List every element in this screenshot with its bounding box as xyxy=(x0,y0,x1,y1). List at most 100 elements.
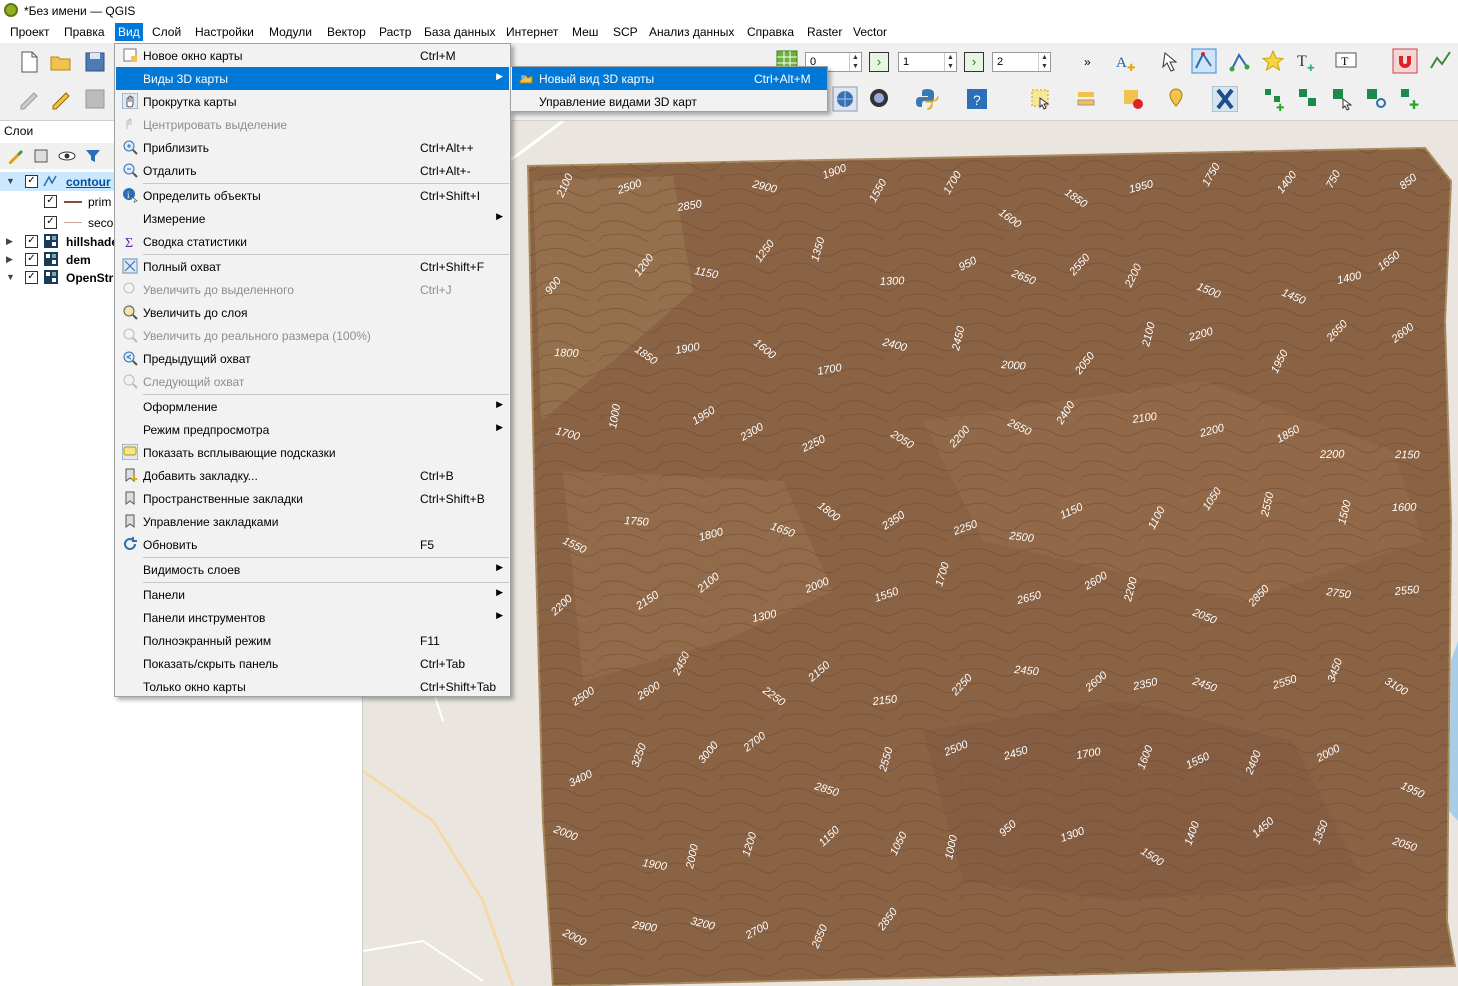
python-console-icon[interactable] xyxy=(914,86,940,112)
layer-checkbox-openstreetmap[interactable]: ✓ xyxy=(25,271,38,284)
next-green-button-2[interactable]: › xyxy=(964,52,984,72)
zoom-full-icon xyxy=(122,258,138,274)
add-feature-icon[interactable] xyxy=(1296,86,1322,112)
contour-label: 1800 xyxy=(554,347,580,360)
menu-raster-plugin[interactable]: Raster xyxy=(807,25,842,39)
menu-item-zoom-full[interactable]: Полный охват Ctrl+Shift+F xyxy=(116,255,509,278)
menu-vector-plugin[interactable]: Vector xyxy=(853,25,887,39)
pencil-icon[interactable] xyxy=(48,86,74,112)
menu-item-decorations[interactable]: Оформление ▶ xyxy=(116,395,509,418)
menu-item-fullscreen[interactable]: Полноэкранный режим F11 xyxy=(116,629,509,652)
menu-help[interactable]: Справка xyxy=(747,25,794,39)
menu-item-identify[interactable]: i Определить объекты Ctrl+Shift+I xyxy=(116,184,509,207)
menu-item-preview-mode[interactable]: Режим предпросмотра ▶ xyxy=(116,418,509,441)
expand-arrow-icon[interactable]: ▶ xyxy=(6,236,13,247)
add-vertex-icon[interactable]: ✚ xyxy=(1262,86,1288,112)
expand-arrow-icon[interactable]: ▶ xyxy=(6,254,13,265)
favorite-star-icon[interactable] xyxy=(1260,48,1286,74)
label-tool-icon[interactable]: A ✚ xyxy=(1114,49,1140,75)
save-project-icon[interactable] xyxy=(82,49,108,75)
overflow-chevron-icon[interactable]: » xyxy=(1084,55,1091,69)
menu-item-spatial-bookmarks[interactable]: Пространственные закладки Ctrl+Shift+B xyxy=(116,487,509,510)
x-tool-icon[interactable] xyxy=(1212,86,1238,112)
menu-view[interactable]: Вид xyxy=(115,23,143,41)
text-box-icon[interactable]: T xyxy=(1333,48,1359,74)
menu-settings[interactable]: Настройки xyxy=(195,25,254,39)
move-feature-icon[interactable] xyxy=(1330,86,1356,112)
menu-item-pan-map[interactable]: Прокрутка карты xyxy=(116,90,509,113)
toggle-editing-icon[interactable] xyxy=(16,86,42,112)
menu-scp[interactable]: SCP xyxy=(613,25,638,39)
map-canvas[interactable]: 2100 2500 2850 2900 1900 1550 1700 1600 1850 1950… xyxy=(363,121,1458,986)
menu-item-new-3d-map-view[interactable]: Новый вид 3D карты Ctrl+Alt+M xyxy=(512,67,827,90)
zoom-feature-icon[interactable] xyxy=(1364,86,1390,112)
open-project-icon[interactable] xyxy=(48,49,74,75)
menu-item-zoom-actual-size[interactable]: Увеличить до реального размера (100%) xyxy=(116,324,509,347)
menu-item-new-bookmark[interactable]: ✚ Добавить закладку... Ctrl+B xyxy=(116,464,509,487)
menu-database[interactable]: База данных xyxy=(424,25,495,39)
menu-raster[interactable]: Растр xyxy=(379,25,411,39)
text-annotation-icon[interactable]: T ✚ xyxy=(1294,48,1320,74)
menu-item-panels[interactable]: Панели ▶ xyxy=(116,583,509,606)
menu-item-pan-to-selection[interactable]: Центрировать выделение xyxy=(116,113,509,136)
identify-globe-icon[interactable] xyxy=(866,86,892,112)
spin-box-3[interactable]: 2 ▲ ▼ xyxy=(992,52,1051,72)
snapping-magnet-icon[interactable] xyxy=(1392,48,1418,74)
submenu-arrow-icon: ▶ xyxy=(496,399,503,409)
layer-checkbox-hillshade[interactable]: ✓ xyxy=(25,235,38,248)
menu-item-zoom-in[interactable]: Приблизить Ctrl+Alt++ xyxy=(116,136,509,159)
layer-checkbox-dem[interactable]: ✓ xyxy=(25,253,38,266)
menu-plugins[interactable]: Модули xyxy=(269,25,312,39)
add-part-icon[interactable]: ✚ xyxy=(1398,86,1424,112)
menu-item-new-map-view[interactable]: Новое окно карты Ctrl+M xyxy=(116,44,509,67)
deselect-icon[interactable] xyxy=(1120,86,1146,112)
menu-item-toolbars[interactable]: Панели инструментов ▶ xyxy=(116,606,509,629)
menu-processing[interactable]: Анализ данных xyxy=(649,25,734,39)
menu-layer[interactable]: Слой xyxy=(152,25,181,39)
menu-item-statistical-summary[interactable]: Σ Сводка статистики xyxy=(116,230,509,253)
menu-item-zoom-to-selection[interactable]: Увеличить до выделенного Ctrl+J xyxy=(116,278,509,301)
zoom-to-selection-icon xyxy=(123,282,135,294)
style-brush-icon[interactable] xyxy=(6,147,24,165)
menu-vector[interactable]: Вектор xyxy=(327,25,366,39)
select-cursor-icon[interactable] xyxy=(1158,49,1184,75)
menu-item-3d-map-views[interactable]: Виды 3D карты ▶ xyxy=(116,67,509,90)
menu-web[interactable]: Интернет xyxy=(506,25,558,39)
menu-item-measure[interactable]: Измерение ▶ xyxy=(116,207,509,230)
legend-checkbox-primary[interactable]: ✓ xyxy=(44,195,57,208)
collapse-arrow-icon[interactable]: ▼ xyxy=(6,272,15,282)
help-icon[interactable]: ? xyxy=(964,86,990,112)
menu-item-map-only[interactable]: Только окно карты Ctrl+Shift+Tab xyxy=(116,675,509,698)
legend-checkbox-secondary[interactable]: ✓ xyxy=(44,216,57,229)
menu-project[interactable]: Проект xyxy=(10,25,50,39)
menu-item-zoom-to-layer[interactable]: Увеличить до слоя xyxy=(116,301,509,324)
menu-item-map-tips[interactable]: Показать всплывающие подсказки xyxy=(116,441,509,464)
vertex-tool-icon[interactable] xyxy=(1191,48,1217,74)
filter-icon[interactable] xyxy=(84,147,102,165)
node-tool-icon[interactable] xyxy=(1227,49,1253,75)
menu-item-manage-bookmarks[interactable]: Управление закладками xyxy=(116,510,509,533)
menu-item-manage-3d-views[interactable]: Управление видами 3D карт xyxy=(512,90,827,113)
save-edits-icon[interactable] xyxy=(82,86,108,112)
globe-identify-icon[interactable] xyxy=(832,86,858,112)
new-project-icon[interactable] xyxy=(16,49,42,75)
menu-item-zoom-out[interactable]: Отдалить Ctrl+Alt+- xyxy=(116,159,509,182)
select-features-icon[interactable] xyxy=(1028,86,1054,112)
menu-item-zoom-next[interactable]: Следующий охват xyxy=(116,370,509,393)
menu-mesh[interactable]: Меш xyxy=(572,25,598,39)
menu-item-layer-visibility[interactable]: Видимость слоев ▶ xyxy=(116,558,509,581)
add-group-icon[interactable] xyxy=(32,147,50,165)
select-location-icon[interactable] xyxy=(1164,86,1190,112)
next-green-button[interactable]: › xyxy=(869,52,889,72)
spin-box-2[interactable]: 1 ▲ ▼ xyxy=(898,52,957,72)
collapse-arrow-icon[interactable]: ▼ xyxy=(6,176,15,186)
menu-item-zoom-last[interactable]: Предыдущий охват xyxy=(116,347,509,370)
menu-item-toggle-panels[interactable]: Показать/скрыть панель Ctrl+Tab xyxy=(116,652,509,675)
layer-checkbox-contour[interactable]: ✓ xyxy=(25,175,38,188)
visibility-eye-icon[interactable] xyxy=(58,147,76,165)
menu-item-refresh[interactable]: Обновить F5 xyxy=(116,533,509,556)
menu-edit[interactable]: Правка xyxy=(64,25,105,39)
zoom-last-icon xyxy=(123,351,138,366)
select-by-value-icon[interactable] xyxy=(1074,86,1100,112)
trace-tool-icon[interactable] xyxy=(1428,48,1454,74)
